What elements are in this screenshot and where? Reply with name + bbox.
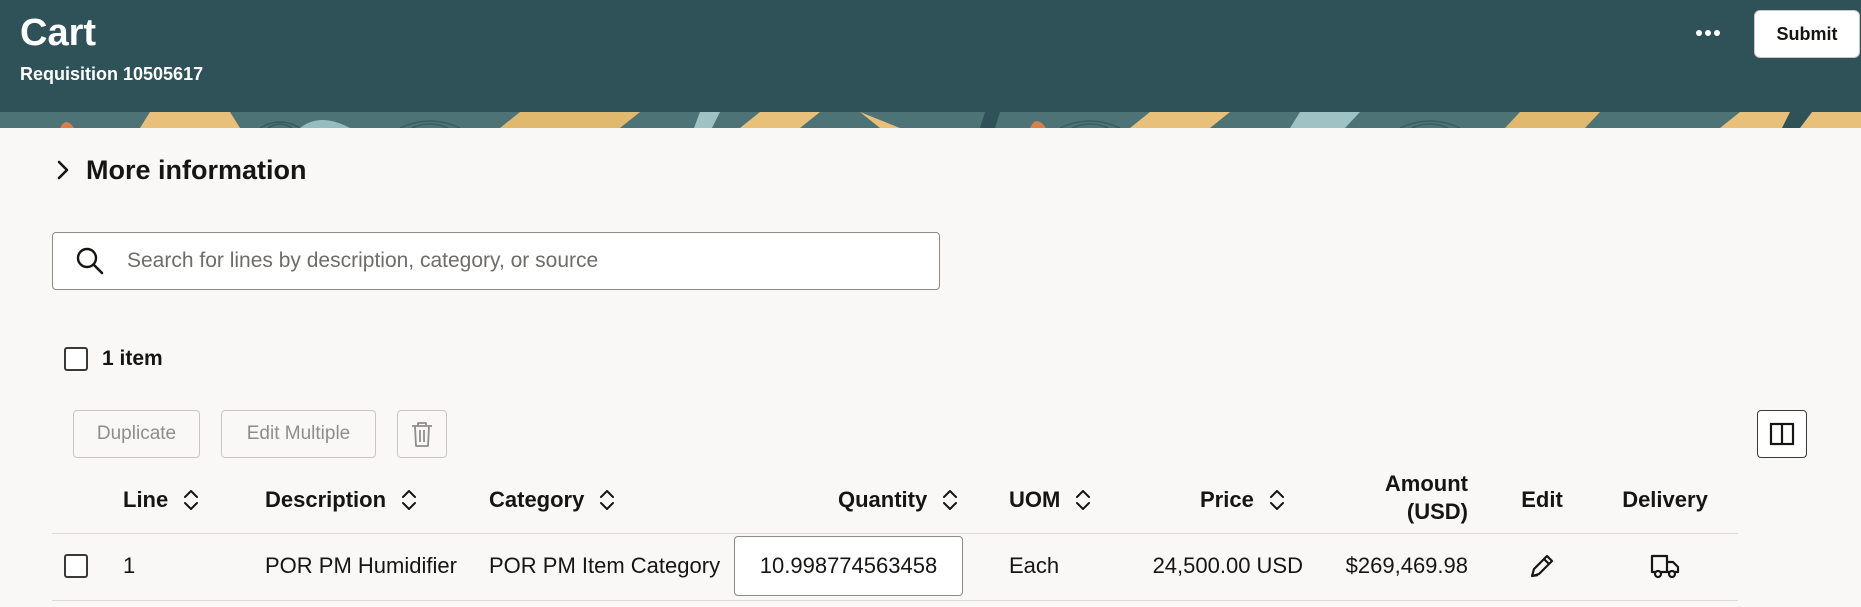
detail-panel-toggle-button[interactable] xyxy=(1757,410,1807,458)
column-header-uom[interactable]: UOM xyxy=(1009,478,1092,522)
more-information-toggle[interactable]: More information xyxy=(50,150,307,190)
column-header-description[interactable]: Description xyxy=(265,478,418,522)
table-row-divider xyxy=(52,600,1738,601)
cell-amount: $269,469.98 xyxy=(1345,553,1468,578)
columns-icon xyxy=(1769,422,1795,446)
column-header-quantity[interactable]: Quantity xyxy=(838,478,959,522)
more-actions-button[interactable] xyxy=(1688,16,1728,50)
sort-icon xyxy=(1076,490,1091,510)
item-count-label: 1 item xyxy=(102,347,163,370)
duplicate-button[interactable]: Duplicate xyxy=(73,410,200,458)
cell-price: 24,500.00 USD xyxy=(1152,553,1303,578)
column-header-price[interactable]: Price xyxy=(1200,478,1286,522)
column-header-edit: Edit xyxy=(1521,487,1563,512)
cell-description[interactable]: POR PM Humidifier xyxy=(265,548,457,584)
delete-button[interactable] xyxy=(397,410,447,458)
trash-icon xyxy=(412,422,432,447)
page-title: Cart xyxy=(20,12,97,54)
page-header: Cart Requisition 10505617 Submit xyxy=(0,0,1861,112)
table-header-divider xyxy=(52,533,1738,534)
more-information-label: More information xyxy=(86,154,307,185)
sort-icon xyxy=(943,490,958,510)
cell-uom: Each xyxy=(1009,553,1060,578)
column-header-delivery: Delivery xyxy=(1622,487,1708,512)
cell-category: POR PM Item Category xyxy=(489,553,721,578)
pencil-icon[interactable] xyxy=(1526,550,1558,582)
select-all-checkbox[interactable] xyxy=(64,347,88,371)
truck-icon[interactable] xyxy=(1649,550,1681,582)
search-icon xyxy=(76,247,104,275)
submit-button[interactable]: Submit xyxy=(1754,10,1860,58)
sort-icon xyxy=(402,490,417,510)
requisition-number: Requisition 10505617 xyxy=(20,64,204,84)
quantity-input[interactable]: 10.998774563458 xyxy=(734,536,963,596)
column-header-amount: Amount (USD) xyxy=(1384,471,1468,524)
row-select-checkbox[interactable] xyxy=(64,554,88,578)
more-horizontal-icon xyxy=(1696,30,1720,36)
header-banner-pattern xyxy=(0,112,1861,128)
sort-icon xyxy=(1269,490,1284,510)
select-all-row: 1 item xyxy=(64,344,163,374)
cell-line: 1 xyxy=(123,553,136,578)
search-input[interactable] xyxy=(127,249,927,273)
column-header-category[interactable]: Category xyxy=(489,478,616,522)
sort-icon xyxy=(600,490,615,510)
column-header-line[interactable]: Line xyxy=(123,478,200,522)
line-search-box[interactable] xyxy=(52,232,940,290)
chevron-right-icon xyxy=(57,160,69,180)
edit-multiple-button[interactable]: Edit Multiple xyxy=(221,410,376,458)
sort-icon xyxy=(184,490,199,510)
